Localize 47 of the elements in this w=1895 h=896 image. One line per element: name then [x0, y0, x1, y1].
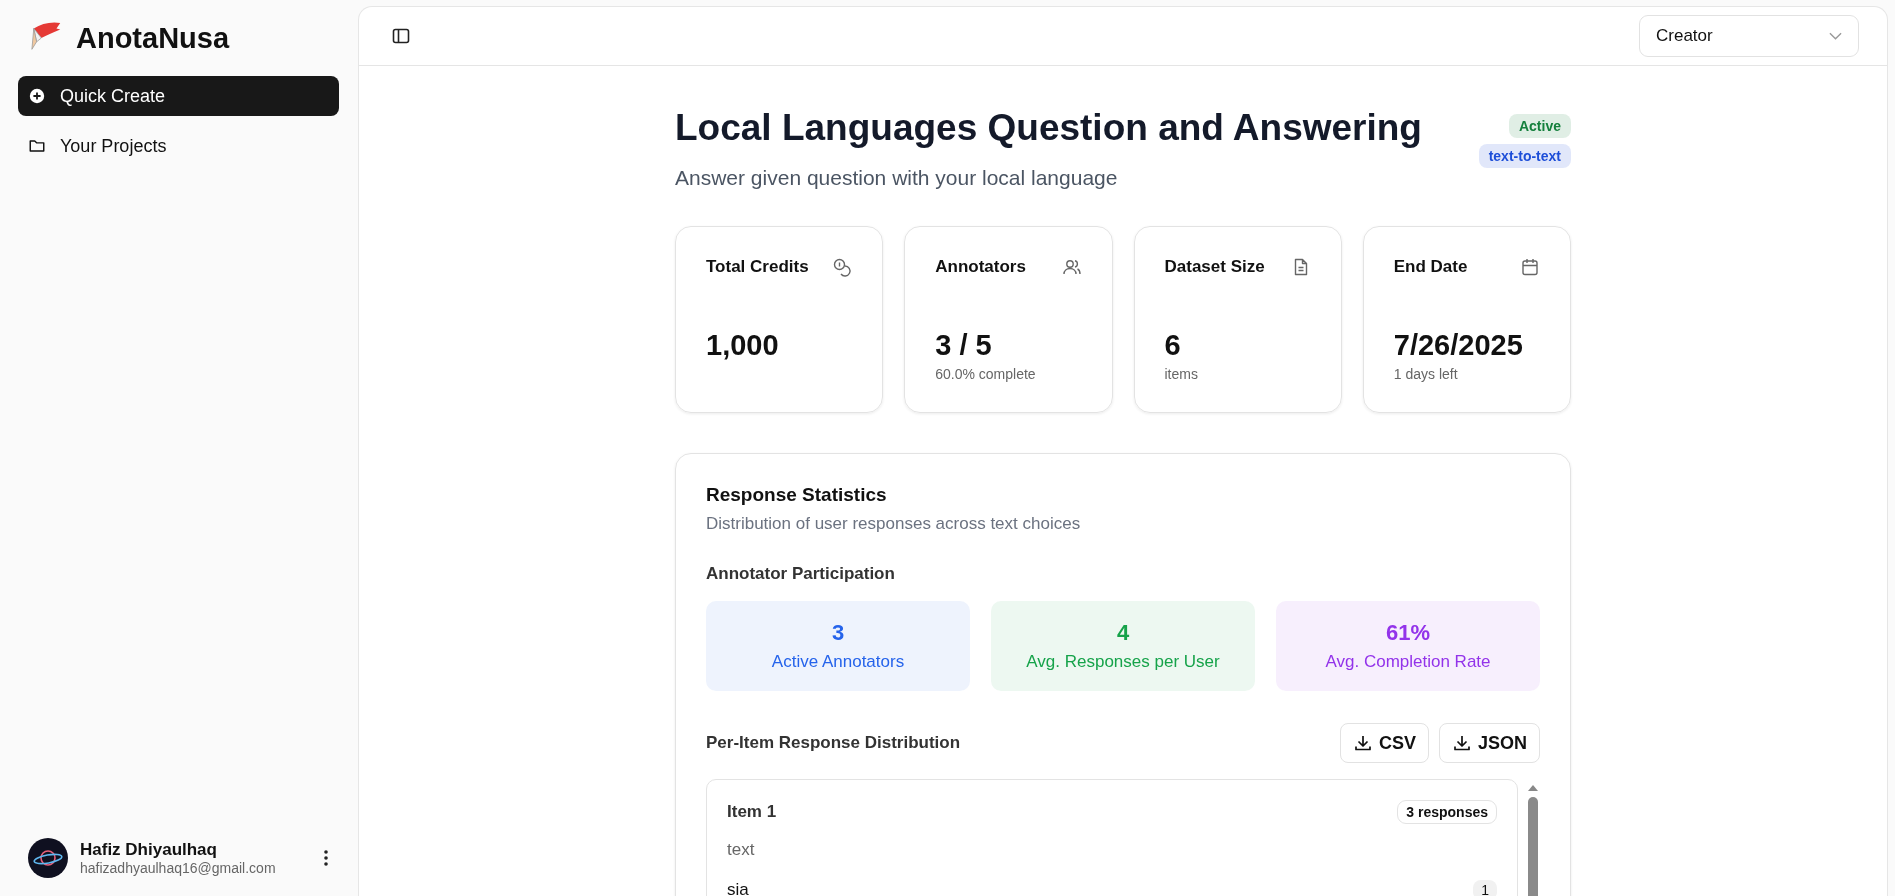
export-button[interactable]: JSON — [1438, 723, 1540, 764]
project-subtitle: Answer given question with your local language — [675, 166, 1119, 191]
item-title: Item 1 — [727, 802, 777, 823]
user-email: hafizadhyaulhaq16@gmail.com — [80, 860, 277, 876]
item-type: text — [727, 840, 756, 861]
role-select[interactable]: Creator — [1639, 15, 1859, 57]
scroll-up-icon[interactable] — [1528, 785, 1538, 792]
plus-circle-icon — [28, 87, 46, 105]
coins-icon — [832, 257, 853, 278]
avatar — [28, 838, 68, 878]
tag: text-to-text — [1478, 144, 1571, 168]
metric-value: 3 — [831, 620, 845, 647]
stat-title: End Date — [1393, 257, 1468, 278]
response-count: 3 responses — [1397, 800, 1497, 825]
stat-note: 1 days left — [1393, 366, 1459, 383]
metric-value: 61% — [1385, 620, 1430, 647]
folder-icon — [28, 137, 46, 155]
brand-name: AnotaNusa — [76, 21, 230, 55]
answer-count: 1 — [1473, 880, 1497, 896]
stat-note: items — [1164, 366, 1199, 383]
more-icon[interactable] — [323, 849, 329, 867]
user-name: Hafiz Dhiyaulhaq — [80, 840, 218, 860]
calendar-icon — [1520, 257, 1540, 278]
project-title: Local Languages Question and Answering — [675, 106, 1422, 150]
sidebar-toggle-icon[interactable] — [391, 26, 411, 46]
section-title: Response Statistics — [706, 484, 888, 507]
metric-label: Active Annotators — [771, 652, 905, 673]
export-button[interactable]: CSV — [1339, 723, 1429, 764]
stat-value: 3 / 5 — [935, 329, 993, 363]
stat-title: Annotators — [935, 257, 1026, 278]
metric-label: Avg. Responses per User — [1026, 652, 1220, 673]
chevron-down-icon — [1829, 32, 1842, 40]
nav-item[interactable]: Your Projects — [18, 126, 339, 166]
subsection-title: Annotator Participation — [706, 564, 896, 585]
section-subtitle: Distribution of user responses across text choices — [706, 514, 1082, 535]
stat-note: 60.0% complete — [935, 366, 1037, 383]
stat-value: 1,000 — [706, 329, 780, 363]
answer-text: sia — [727, 880, 749, 896]
stat-value: 6 — [1164, 329, 1182, 363]
tag: Active — [1508, 114, 1571, 138]
stat-value: 7/26/2025 — [1393, 329, 1524, 363]
metric-label: Avg. Completion Rate — [1325, 652, 1491, 673]
metric-value: 4 — [1116, 620, 1130, 647]
stat-title: Total Credits — [706, 257, 809, 278]
subsection-title: Per-Item Response Distribution — [706, 733, 961, 754]
nav-item[interactable]: Quick Create — [18, 76, 339, 116]
stat-title: Dataset Size — [1164, 257, 1265, 278]
